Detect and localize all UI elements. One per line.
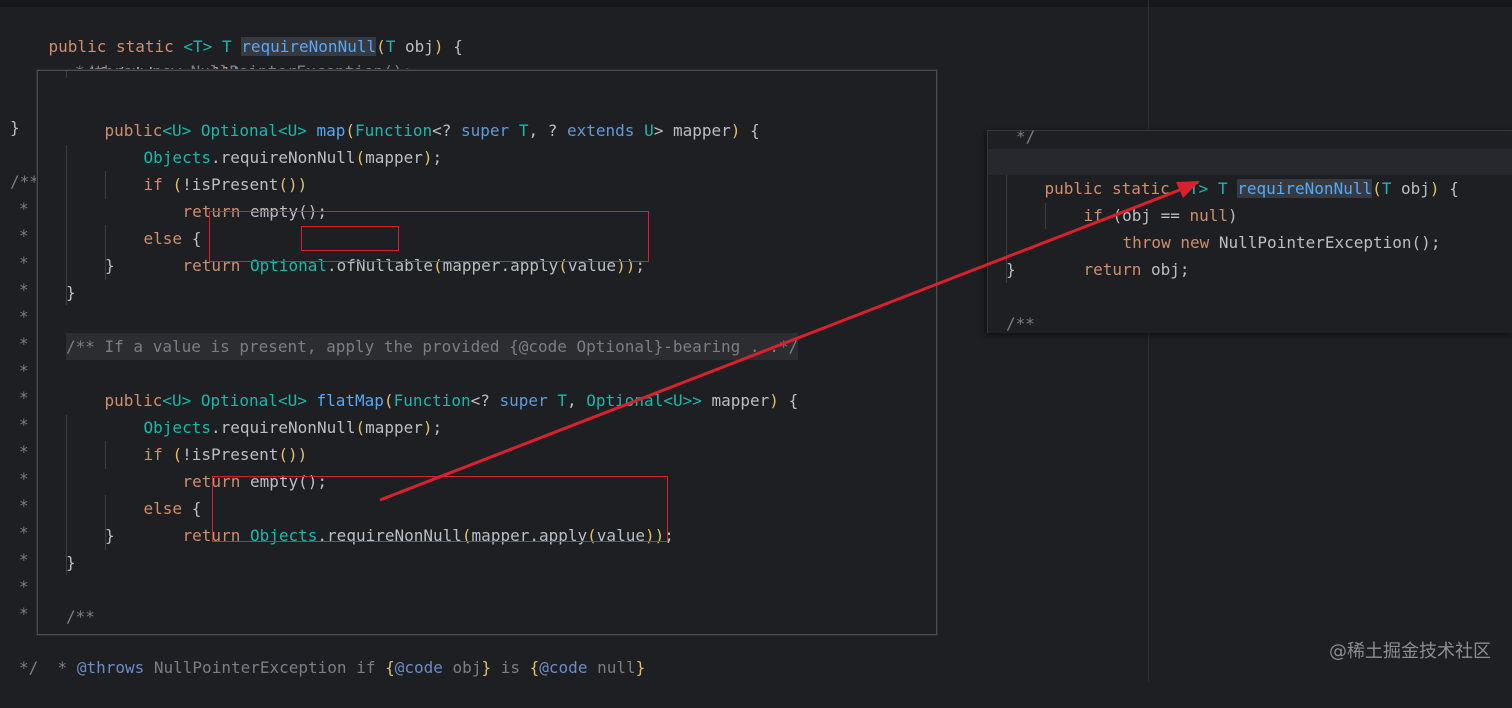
arrow-head (1176, 181, 1200, 198)
arrow-line (379, 184, 1191, 502)
watermark: @稀土掘金技术社区 (1329, 641, 1491, 662)
annotation-arrow (379, 181, 1200, 502)
